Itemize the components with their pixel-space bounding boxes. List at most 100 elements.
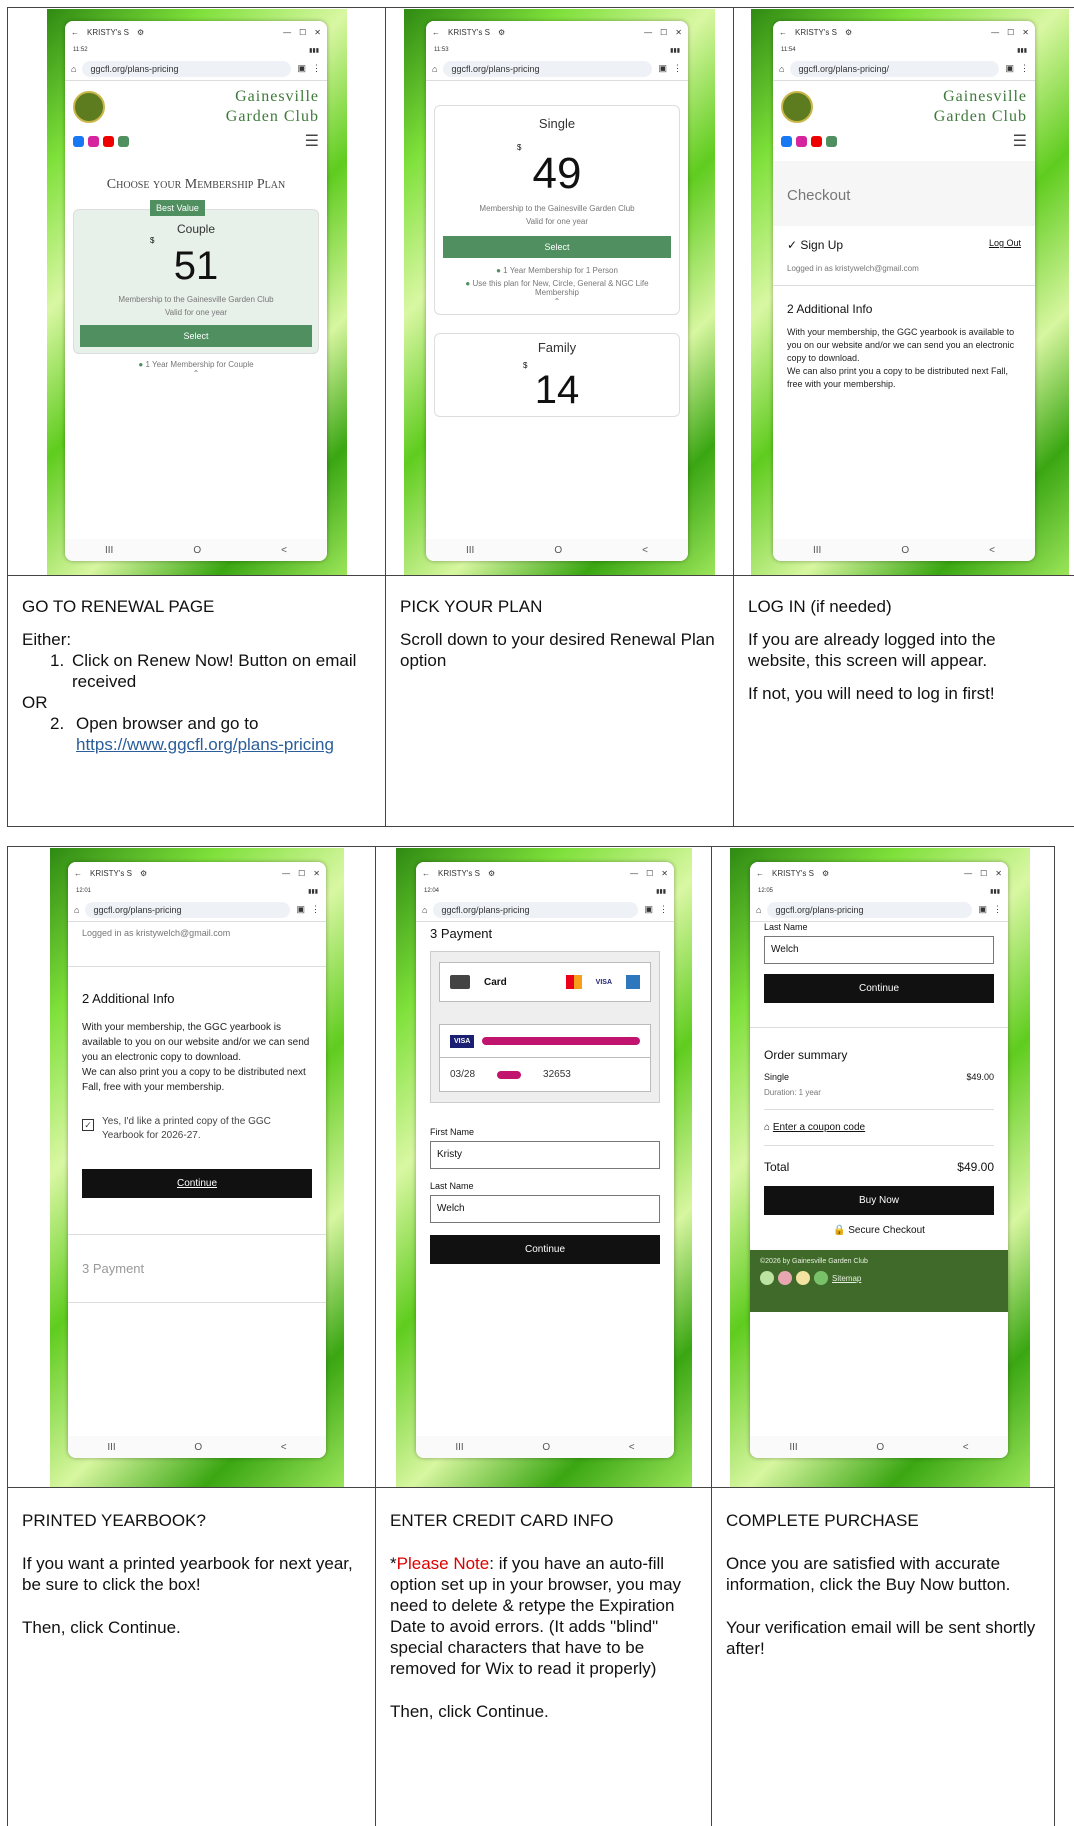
close-icon[interactable]: ✕	[313, 869, 320, 878]
sitemap-link[interactable]: Sitemap	[832, 1274, 861, 1283]
settings-icon[interactable]: ⚙	[822, 869, 829, 878]
back-nav-icon[interactable]: <	[642, 545, 648, 556]
logout-link[interactable]: Log Out	[989, 238, 1021, 252]
close-icon[interactable]: ✕	[995, 869, 1002, 878]
tabs-icon[interactable]: ▣	[644, 904, 653, 915]
back-icon[interactable]: ←	[71, 28, 79, 37]
url-field[interactable]: ggcfl.org/plans-pricing	[85, 901, 291, 918]
close-icon[interactable]: ✕	[661, 869, 668, 878]
back-nav-icon[interactable]: <	[629, 1442, 635, 1453]
first-name-input[interactable]: Kristy	[430, 1141, 660, 1169]
maximize-icon[interactable]: ☐	[1007, 28, 1014, 37]
select-button[interactable]: Select	[443, 236, 671, 258]
url-field[interactable]: ggcfl.org/plans-pricing	[443, 60, 653, 77]
home-nav-icon[interactable]: O	[193, 545, 201, 556]
menu-icon[interactable]: ⋮	[673, 63, 682, 74]
url-field[interactable]: ggcfl.org/plans-pricing	[82, 60, 292, 77]
menu-icon[interactable]: ⋮	[1020, 63, 1029, 74]
continue-button[interactable]: Continue	[430, 1235, 660, 1264]
cart-icon[interactable]	[826, 135, 837, 147]
maximize-icon[interactable]: ☐	[299, 28, 306, 37]
hamburger-icon[interactable]: ☰	[1013, 131, 1027, 151]
facebook-icon[interactable]	[73, 135, 84, 147]
home-icon[interactable]: ⌂	[779, 64, 784, 74]
back-nav-icon[interactable]: <	[281, 1442, 287, 1453]
recents-icon[interactable]: III	[789, 1442, 797, 1453]
maximize-icon[interactable]: ☐	[646, 869, 653, 878]
home-nav-icon[interactable]: O	[542, 1442, 550, 1453]
url-field[interactable]: ggcfl.org/plans-pricing/	[790, 60, 1000, 77]
home-nav-icon[interactable]: O	[876, 1442, 884, 1453]
home-icon[interactable]: ⌂	[422, 905, 427, 915]
menu-icon[interactable]: ⋮	[659, 904, 668, 915]
url-field[interactable]: ggcfl.org/plans-pricing	[433, 901, 639, 918]
tabs-icon[interactable]: ▣	[297, 63, 306, 74]
expiry-field[interactable]: 03/28	[450, 1069, 475, 1080]
maximize-icon[interactable]: ☐	[980, 869, 987, 878]
back-nav-icon[interactable]: <	[989, 545, 995, 556]
menu-icon[interactable]: ⋮	[311, 904, 320, 915]
back-icon[interactable]: ←	[74, 869, 82, 878]
youtube-icon[interactable]	[811, 135, 822, 147]
coupon-row[interactable]: ⌂ Enter a coupon code	[764, 1110, 994, 1146]
yearbook-checkbox[interactable]: ✓	[82, 1119, 94, 1131]
settings-icon[interactable]: ⚙	[140, 869, 147, 878]
home-nav-icon[interactable]: O	[554, 545, 562, 556]
back-icon[interactable]: ←	[432, 28, 440, 37]
minimize-icon[interactable]: —	[964, 869, 972, 878]
tabs-icon[interactable]: ▣	[658, 63, 667, 74]
buy-now-button[interactable]: Buy Now	[764, 1186, 994, 1215]
minimize-icon[interactable]: —	[283, 28, 291, 37]
plans-pricing-link[interactable]: https://www.ggcfl.org/plans-pricing	[76, 735, 334, 754]
recents-icon[interactable]: III	[107, 1442, 115, 1453]
continue-button[interactable]: Continue	[764, 974, 994, 1003]
tabs-icon[interactable]: ▣	[1005, 63, 1014, 74]
menu-icon[interactable]: ⋮	[993, 904, 1002, 915]
youtube-icon[interactable]	[103, 135, 114, 147]
maximize-icon[interactable]: ☐	[298, 869, 305, 878]
home-icon[interactable]: ⌂	[756, 905, 761, 915]
settings-icon[interactable]: ⚙	[488, 869, 495, 878]
cart-icon[interactable]	[118, 135, 129, 147]
select-button[interactable]: Select	[80, 325, 312, 347]
recents-icon[interactable]: III	[813, 545, 821, 556]
minimize-icon[interactable]: —	[630, 869, 638, 878]
hamburger-icon[interactable]: ☰	[305, 131, 319, 151]
home-nav-icon[interactable]: O	[901, 545, 909, 556]
settings-icon[interactable]: ⚙	[137, 28, 144, 37]
settings-icon[interactable]: ⚙	[845, 28, 852, 37]
instagram-icon[interactable]	[88, 135, 99, 147]
home-icon[interactable]: ⌂	[432, 64, 437, 74]
home-icon[interactable]: ⌂	[74, 905, 79, 915]
minimize-icon[interactable]: —	[282, 869, 290, 878]
zip-field[interactable]: 32653	[543, 1069, 571, 1080]
home-nav-icon[interactable]: O	[194, 1442, 202, 1453]
back-nav-icon[interactable]: <	[963, 1442, 969, 1453]
close-icon[interactable]: ✕	[675, 28, 682, 37]
tabs-icon[interactable]: ▣	[296, 904, 305, 915]
recents-icon[interactable]: III	[455, 1442, 463, 1453]
continue-button[interactable]: Continue	[82, 1169, 312, 1198]
instagram-icon[interactable]	[796, 135, 807, 147]
menu-icon[interactable]: ⋮	[312, 63, 321, 74]
facebook-icon[interactable]	[781, 135, 792, 147]
close-icon[interactable]: ✕	[314, 28, 321, 37]
close-icon[interactable]: ✕	[1022, 28, 1029, 37]
last-name-input[interactable]: Welch	[764, 936, 994, 964]
minimize-icon[interactable]: —	[991, 28, 999, 37]
back-icon[interactable]: ←	[756, 869, 764, 878]
recents-icon[interactable]: III	[466, 545, 474, 556]
minimize-icon[interactable]: —	[644, 28, 652, 37]
maximize-icon[interactable]: ☐	[660, 28, 667, 37]
back-icon[interactable]: ←	[422, 869, 430, 878]
home-icon[interactable]: ⌂	[71, 64, 76, 74]
last-name-input[interactable]: Welch	[430, 1195, 660, 1223]
settings-icon[interactable]: ⚙	[498, 28, 505, 37]
chevron-up-icon[interactable]: ⌃	[435, 297, 679, 306]
chevron-up-icon[interactable]: ⌃	[73, 369, 319, 378]
url-field[interactable]: ggcfl.org/plans-pricing	[767, 901, 973, 918]
tabs-icon[interactable]: ▣	[978, 904, 987, 915]
back-nav-icon[interactable]: <	[281, 545, 287, 556]
recents-icon[interactable]: III	[105, 545, 113, 556]
back-icon[interactable]: ←	[779, 28, 787, 37]
